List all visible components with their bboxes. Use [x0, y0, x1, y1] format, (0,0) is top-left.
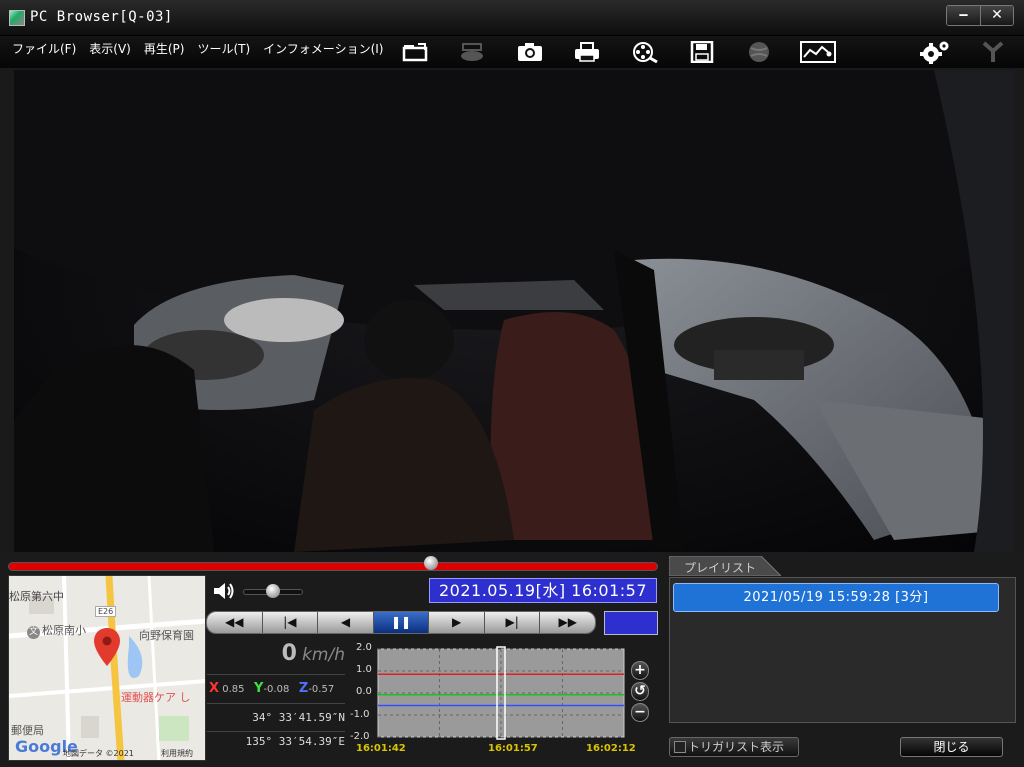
y-tick-label: 1.0 — [356, 664, 372, 675]
next-button[interactable]: ▶| — [483, 612, 540, 633]
y-axis-value: -0.08 — [263, 684, 290, 695]
playback-controls: ◀◀ |◀ ◀ ❚❚ ▶ ▶| ▶▶ — [206, 611, 596, 634]
app-icon — [9, 10, 25, 26]
control-panel: 松原第六中 E26 文松原南小 向野保育園 運動器ケア し 郵便局 Google… — [0, 553, 1024, 767]
map-terms-link[interactable]: 利用規約 — [161, 748, 193, 759]
x-tick-label: 16:01:42 — [356, 743, 406, 754]
x-axis-label: X — [209, 681, 220, 696]
divider — [207, 703, 345, 704]
trigger-list-toggle[interactable]: トリガリスト表示 — [669, 737, 799, 757]
menu: ファイル(F) 表示(V) 再生(P) ツール(T) インフォメーション(I) — [12, 40, 396, 58]
fast-forward-button[interactable]: ▶▶ — [539, 612, 595, 633]
previous-button[interactable]: |◀ — [261, 612, 318, 633]
eject-icon[interactable] — [457, 40, 487, 64]
camera-footage — [14, 70, 1014, 552]
playlist-panel: 2021/05/19 15:59:28 [3分] — [669, 577, 1016, 723]
map-copyright: 地図データ ©2021 — [63, 749, 134, 758]
close-button[interactable]: 閉じる — [900, 737, 1003, 757]
map-label-nursery: 向野保育園 — [139, 629, 194, 642]
video-frame[interactable] — [14, 70, 1014, 552]
map-label-school-top: 松原第六中 — [9, 590, 64, 603]
menu-view[interactable]: 表示(V) — [89, 40, 131, 58]
y-tick-label: 2.0 — [356, 642, 372, 653]
map-label-shop: 運動器ケア し — [121, 691, 191, 704]
rewind-button[interactable]: ◀◀ — [207, 612, 262, 633]
map-view[interactable]: 松原第六中 E26 文松原南小 向野保育園 運動器ケア し 郵便局 Google… — [8, 575, 206, 761]
z-axis-value: -0.57 — [308, 684, 335, 695]
zoom-in-button[interactable]: + — [631, 661, 649, 680]
settings-icon[interactable] — [918, 40, 952, 64]
pause-button[interactable]: ❚❚ — [372, 612, 429, 633]
camera-icon[interactable] — [515, 40, 545, 64]
open-folder-icon[interactable] — [400, 40, 430, 64]
g-sensor-graph[interactable]: 2.0 1.0 0.0 -1.0 -2.0 16:01:42 16:01:57 … — [348, 642, 636, 765]
speed-readout: 0 km/h — [207, 641, 345, 673]
seek-handle[interactable] — [423, 556, 438, 570]
search-film-icon[interactable] — [630, 40, 660, 64]
divider — [207, 731, 345, 732]
menu-toolbar: ファイル(F) 表示(V) 再生(P) ツール(T) インフォメーション(I) — [0, 36, 1024, 68]
status-indicator — [604, 611, 658, 635]
save-icon[interactable] — [687, 40, 717, 64]
speed-value: 0 — [281, 641, 297, 666]
graph-zoom-controls: + ↺ − — [631, 661, 651, 724]
graph-map-icon[interactable] — [800, 40, 836, 64]
recording-datetime: 2021.05.19[水] 16:01:57 — [429, 578, 657, 603]
speed-unit: km/h — [302, 645, 345, 665]
map-label-road: E26 — [95, 606, 117, 617]
latitude: 34° 33′41.59″N — [252, 711, 345, 724]
g-sensor-plot — [377, 646, 625, 740]
x-tick-label: 16:01:57 — [488, 743, 538, 754]
seek-bar[interactable] — [8, 562, 658, 571]
minimize-button[interactable]: ‒ — [947, 6, 980, 25]
y-tick-label: 0.0 — [356, 686, 372, 697]
globe-icon[interactable] — [744, 40, 774, 64]
play-button[interactable]: ▶ — [428, 612, 484, 633]
zoom-out-button[interactable]: − — [631, 703, 649, 722]
menu-file[interactable]: ファイル(F) — [12, 40, 76, 58]
window-controls: ‒ ✕ — [946, 5, 1014, 26]
volume-handle[interactable] — [266, 584, 280, 598]
print-icon[interactable] — [572, 40, 602, 64]
close-window-button[interactable]: ✕ — [980, 6, 1013, 25]
z-axis-label: Z — [298, 681, 309, 696]
title-bar: PC Browser[Q-03] ‒ ✕ — [0, 0, 1024, 36]
window-title: PC Browser[Q-03] — [30, 9, 173, 25]
menu-information[interactable]: インフォメーション(I) — [263, 40, 383, 58]
location-pin-icon — [94, 628, 120, 666]
trigger-list-label: トリガリスト表示 — [688, 740, 785, 754]
volume-icon[interactable] — [212, 580, 236, 602]
y-tick-label: -2.0 — [350, 731, 370, 742]
playlist-item[interactable]: 2021/05/19 15:59:28 [3分] — [673, 583, 999, 612]
menu-tools[interactable]: ツール(T) — [197, 40, 250, 58]
longitude: 135° 33′54.39″E — [245, 735, 345, 748]
zoom-reset-button[interactable]: ↺ — [631, 682, 649, 701]
trigger-list-checkbox[interactable] — [674, 741, 686, 753]
x-axis-value: 0.85 — [222, 684, 245, 695]
map-label-school: 文松原南小 — [27, 624, 86, 639]
divider — [207, 674, 345, 675]
map-label-post: 郵便局 — [11, 724, 44, 737]
g-sensor-readout: X 0.85 Y-0.08 Z-0.57 — [209, 681, 349, 696]
reverse-play-button[interactable]: ◀ — [317, 612, 373, 633]
menu-playback[interactable]: 再生(P) — [144, 40, 185, 58]
disconnect-icon[interactable] — [978, 40, 1008, 64]
x-tick-label: 16:02:12 — [586, 743, 636, 754]
y-tick-label: -1.0 — [350, 709, 370, 720]
playlist-tab-label: プレイリスト — [684, 561, 757, 575]
